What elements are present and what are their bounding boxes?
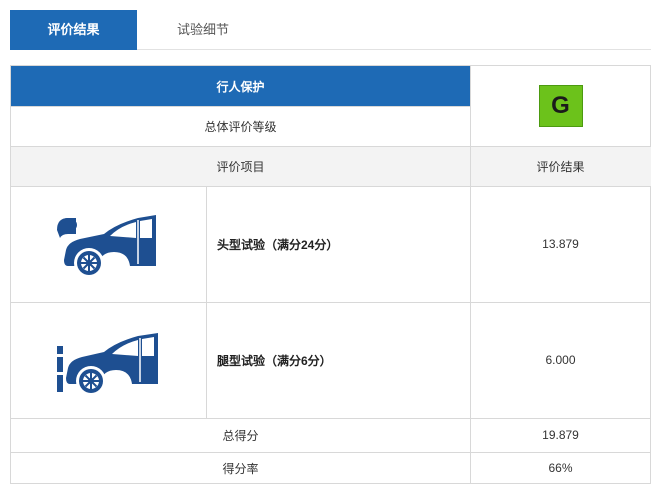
leg-test-value: 6.000 (545, 353, 576, 367)
tab-evaluation-result[interactable]: 评价结果 (10, 10, 137, 50)
head-test-image (11, 186, 206, 302)
score-rate-label: 得分率 (222, 461, 259, 476)
head-test-value: 13.879 (542, 237, 579, 251)
leg-test-label: 腿型试验（满分6分） (217, 353, 332, 368)
divider (11, 452, 651, 453)
grade-badge: G (538, 85, 583, 127)
total-score-value: 19.879 (542, 428, 579, 442)
grade-cell: G (470, 66, 651, 146)
divider (470, 66, 471, 484)
car-head-impact-icon (56, 215, 156, 278)
results-table: 行人保护 总体评价等级 G 评价项目 评价结果 头型试验（满分24分） 13.8… (10, 65, 651, 484)
tab-test-details[interactable]: 试验细节 (138, 10, 268, 50)
leg-test-image (11, 302, 206, 418)
divider (11, 186, 651, 187)
divider (11, 418, 651, 419)
divider (206, 186, 207, 418)
divider (11, 146, 651, 147)
head-test-label: 头型试验（满分24分） (217, 237, 339, 252)
car-leg-impact-icon (54, 333, 158, 396)
tab-bar: 评价结果 试验细节 (10, 10, 651, 50)
column-header-item: 评价项目 (11, 146, 470, 186)
score-rate-value: 66% (548, 461, 573, 475)
total-score-label: 总得分 (222, 428, 259, 443)
divider (11, 106, 470, 107)
column-header-result: 评价结果 (470, 146, 651, 186)
overall-rating-label: 总体评价等级 (204, 119, 277, 134)
section-title: 行人保护 (11, 66, 470, 106)
divider (11, 302, 651, 303)
